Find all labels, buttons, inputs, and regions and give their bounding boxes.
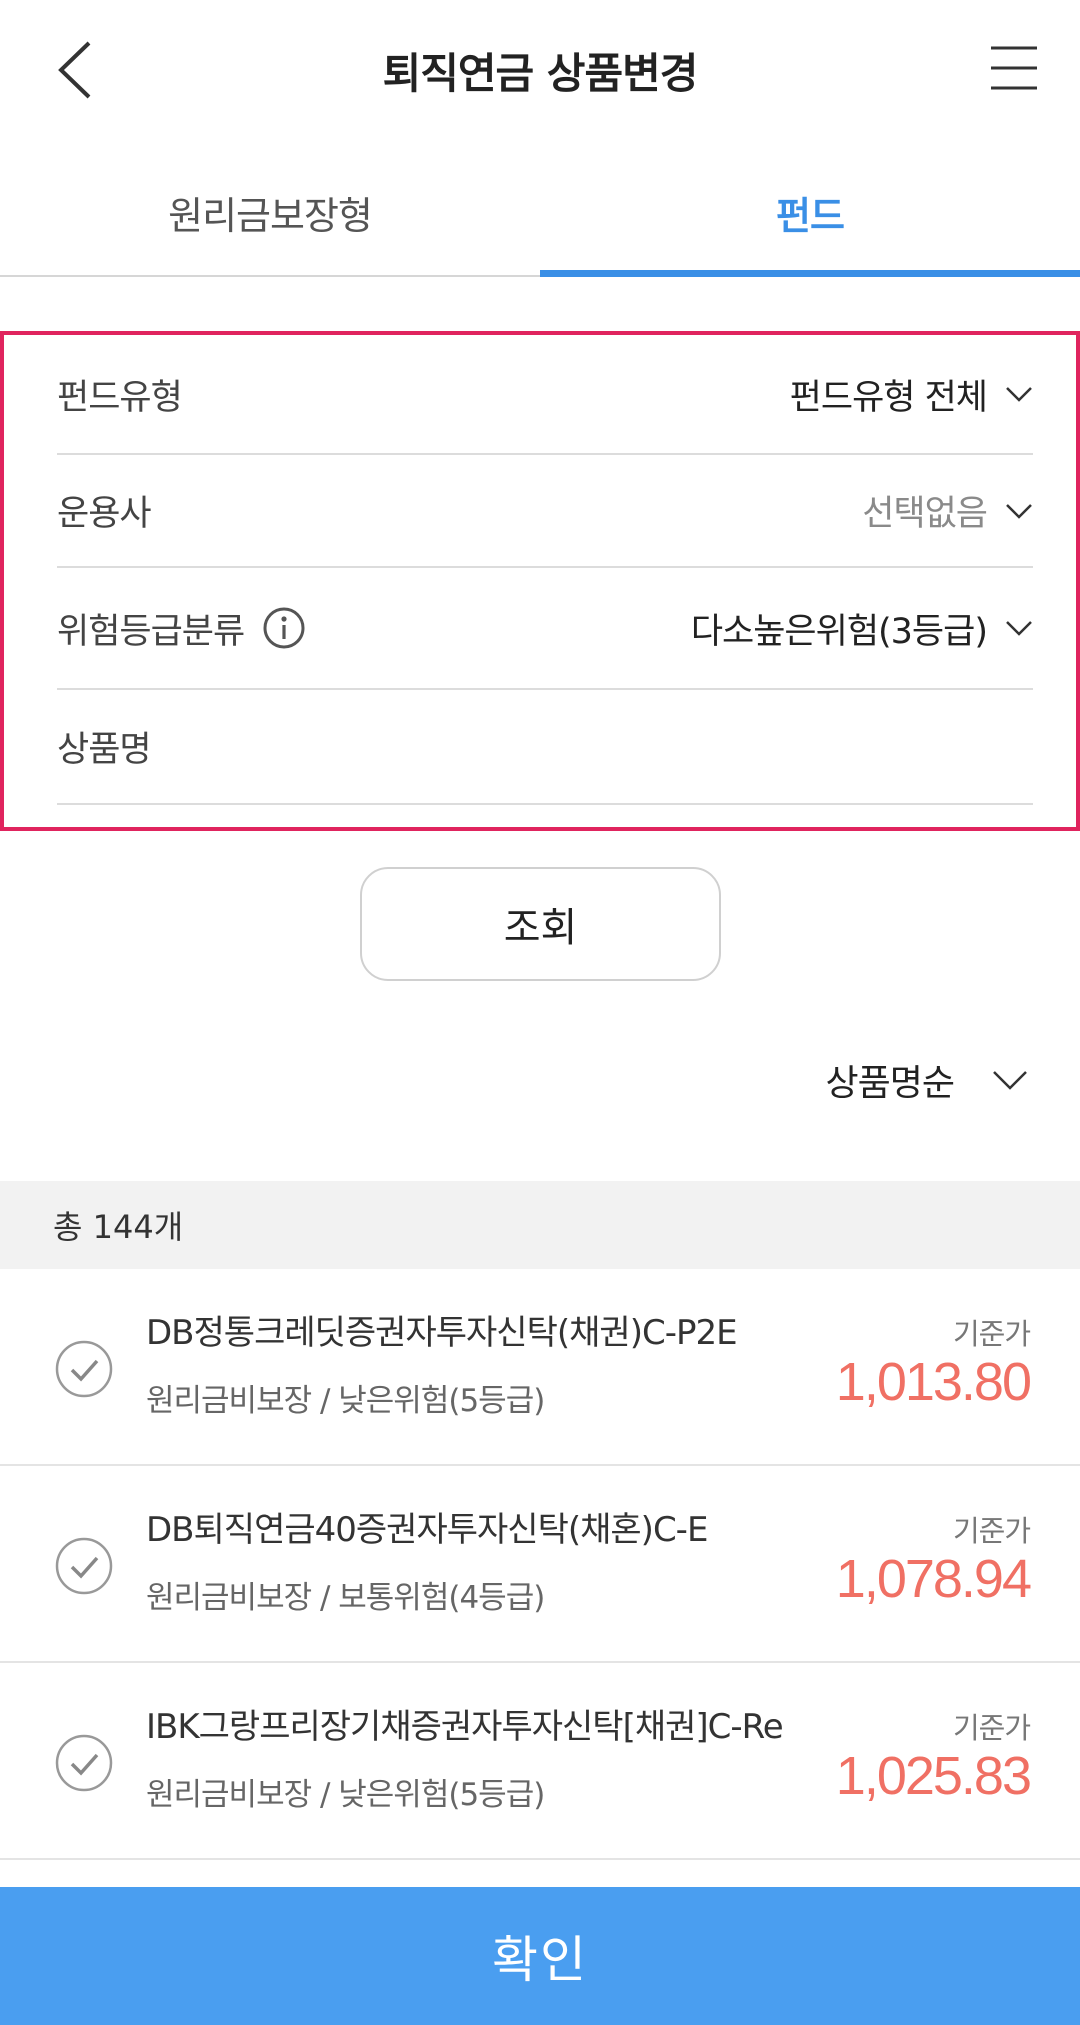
price-value: 1,025.83 [835, 1746, 1032, 1806]
risk-grade-select[interactable]: 다소높은위험(3등급) [691, 603, 1033, 654]
page-title: 퇴직연금 상품변경 [382, 49, 699, 98]
list-item[interactable]: DB퇴직연금40증권자투자신탁(채혼)C-E 원리금비보장 / 보통위험(4등급… [0, 1466, 1080, 1663]
hamburger-menu-icon [991, 46, 1037, 90]
manager-select[interactable]: 선택없음 [862, 485, 1033, 536]
manager-label: 운용사 [57, 494, 152, 534]
menu-button[interactable] [978, 38, 1050, 98]
risk-grade-label: 위험등급분류 [57, 611, 245, 652]
filter-row-fund-type: 펀드유형 펀드유형 전체 [57, 335, 1033, 455]
check-circle-icon[interactable] [54, 1733, 114, 1793]
price-label: 기준가 [952, 1514, 1031, 1548]
sort-select[interactable]: 상품명순 [826, 1050, 1028, 1110]
filter-row-manager: 운용사 선택없음 [57, 455, 1033, 568]
item-risk-info: 원리금비보장 / 낮은위험(5등급) [146, 1777, 545, 1813]
item-risk-info: 원리금비보장 / 낮은위험(5등급) [146, 1383, 545, 1419]
risk-grade-value: 다소높은위험(3등급) [690, 611, 988, 652]
tab-fund[interactable]: 펀드 [540, 150, 1080, 277]
price-value: 1,013.80 [835, 1352, 1032, 1412]
check-circle-icon[interactable] [54, 1339, 114, 1399]
fund-list: DB정통크레딧증권자투자신탁(채권)C-P2E 원리금비보장 / 낮은위험(5등… [0, 1269, 1080, 1860]
fund-type-select[interactable]: 펀드유형 전체 [790, 369, 1033, 420]
chevron-down-icon [1005, 386, 1033, 402]
price-label: 기준가 [952, 1317, 1031, 1351]
check-circle-icon[interactable] [54, 1536, 114, 1596]
risk-grade-label-group: 위험등급분류 [57, 603, 306, 654]
item-risk-info: 원리금비보장 / 보통위험(4등급) [146, 1580, 545, 1616]
list-item[interactable]: DB정통크레딧증권자투자신탁(채권)C-P2E 원리금비보장 / 낮은위험(5등… [0, 1269, 1080, 1466]
result-count: 총 144개 [53, 1208, 184, 1246]
filter-row-product-name[interactable]: 상품명 [57, 690, 1033, 805]
item-name: DB퇴직연금40증권자투자신탁(채혼)C-E [146, 1510, 708, 1550]
manager-value: 선택없음 [862, 494, 988, 534]
product-name-label: 상품명 [57, 730, 152, 770]
chevron-down-icon [1005, 620, 1033, 636]
app-header: 퇴직연금 상품변경 [0, 0, 1080, 140]
search-button[interactable]: 조회 [360, 867, 721, 981]
price-value: 1,078.94 [835, 1549, 1032, 1609]
sort-value: 상품명순 [825, 1063, 955, 1104]
tab-bar: 원리금보장형 펀드 [0, 150, 1080, 277]
fund-type-value: 펀드유형 전체 [789, 377, 988, 418]
item-name: DB정통크레딧증권자투자신탁(채권)C-P2E [146, 1313, 738, 1353]
chevron-down-icon [1005, 503, 1033, 519]
confirm-button[interactable]: 확인 [0, 1887, 1080, 2025]
info-icon[interactable] [262, 606, 306, 650]
chevron-down-icon [992, 1070, 1028, 1090]
item-name: IBK그랑프리장기채증권자투자신탁[채권]C-Re [146, 1707, 784, 1747]
filter-row-risk-grade: 위험등급분류 다소높은위험(3등급) [57, 568, 1033, 690]
price-label: 기준가 [952, 1711, 1031, 1745]
fund-type-label: 펀드유형 [57, 377, 183, 418]
tab-principal-guaranteed[interactable]: 원리금보장형 [0, 150, 540, 275]
filter-panel: 펀드유형 펀드유형 전체 운용사 선택없음 위험등급분류 다소높은위험(3등급)… [0, 331, 1080, 831]
list-item[interactable]: IBK그랑프리장기채증권자투자신탁[채권]C-Re 원리금비보장 / 낮은위험(… [0, 1663, 1080, 1860]
result-count-bar: 총 144개 [0, 1181, 1080, 1269]
